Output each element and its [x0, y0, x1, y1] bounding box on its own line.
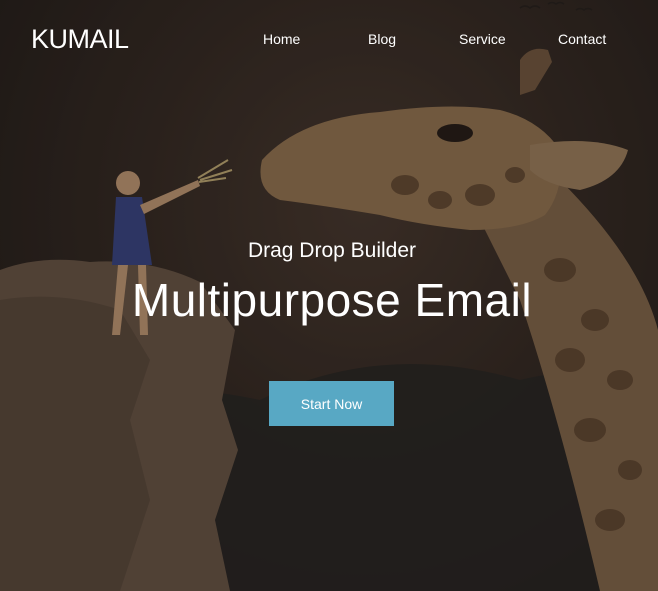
nav-link-service[interactable]: Service — [459, 30, 506, 48]
top-navbar: KUMAIL Home Blog Service Contact — [0, 0, 658, 78]
hero-headline: Multipurpose Email — [131, 274, 533, 326]
nav-link-contact[interactable]: Contact — [558, 30, 606, 48]
brand-logo[interactable]: KUMAIL — [31, 22, 129, 56]
start-now-button[interactable]: Start Now — [269, 381, 394, 426]
nav-link-blog[interactable]: Blog — [368, 30, 396, 48]
hero-subtitle: Drag Drop Builder — [247, 239, 417, 262]
nav-link-home[interactable]: Home — [263, 30, 300, 48]
hero-section: KUMAIL Home Blog Service Contact Drag Dr… — [0, 0, 658, 591]
